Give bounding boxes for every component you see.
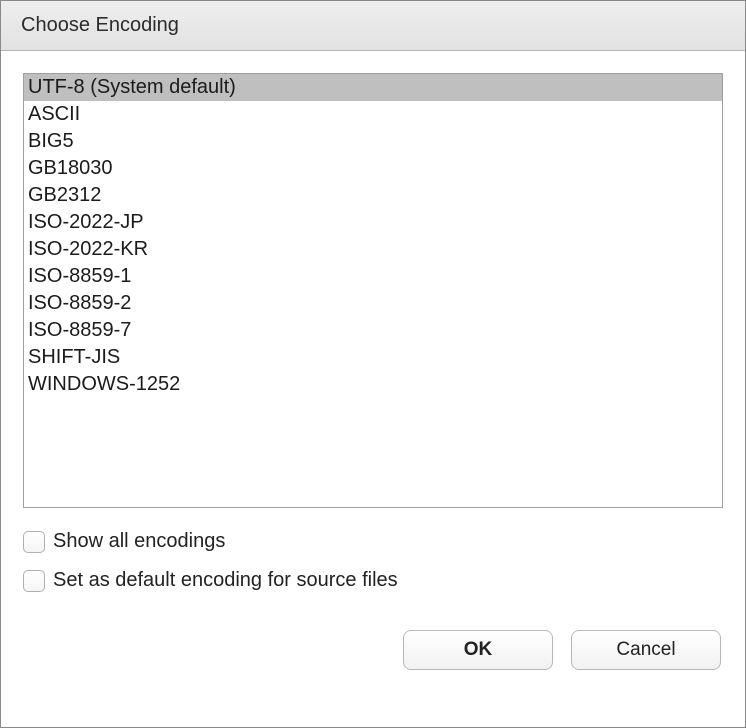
choose-encoding-dialog: Choose Encoding UTF-8 (System default)AS… bbox=[0, 0, 746, 728]
list-item[interactable]: GB18030 bbox=[24, 155, 722, 182]
list-item[interactable]: ISO-8859-1 bbox=[24, 263, 722, 290]
dialog-title: Choose Encoding bbox=[21, 14, 179, 37]
list-item[interactable]: UTF-8 (System default) bbox=[24, 74, 722, 101]
cancel-button-label: Cancel bbox=[616, 639, 675, 661]
cancel-button[interactable]: Cancel bbox=[571, 630, 721, 670]
list-item[interactable]: SHIFT-JIS bbox=[24, 344, 722, 371]
show-all-encodings-checkbox[interactable] bbox=[23, 531, 45, 553]
dialog-content: UTF-8 (System default)ASCIIBIG5GB18030GB… bbox=[1, 51, 745, 727]
list-item[interactable]: GB2312 bbox=[24, 182, 722, 209]
dialog-titlebar: Choose Encoding bbox=[1, 1, 745, 51]
dialog-button-row: OK Cancel bbox=[23, 630, 723, 670]
set-default-encoding-row[interactable]: Set as default encoding for source files bbox=[23, 569, 723, 592]
show-all-encodings-row[interactable]: Show all encodings bbox=[23, 530, 723, 553]
list-item[interactable]: WINDOWS-1252 bbox=[24, 371, 722, 398]
list-item[interactable]: ASCII bbox=[24, 101, 722, 128]
ok-button[interactable]: OK bbox=[403, 630, 553, 670]
ok-button-label: OK bbox=[464, 639, 493, 661]
list-item[interactable]: ISO-2022-JP bbox=[24, 209, 722, 236]
list-item[interactable]: BIG5 bbox=[24, 128, 722, 155]
list-item[interactable]: ISO-8859-7 bbox=[24, 317, 722, 344]
show-all-encodings-label: Show all encodings bbox=[53, 530, 225, 553]
set-default-encoding-checkbox[interactable] bbox=[23, 570, 45, 592]
set-default-encoding-label: Set as default encoding for source files bbox=[53, 569, 398, 592]
list-item[interactable]: ISO-8859-2 bbox=[24, 290, 722, 317]
encoding-listbox[interactable]: UTF-8 (System default)ASCIIBIG5GB18030GB… bbox=[23, 73, 723, 508]
list-item[interactable]: ISO-2022-KR bbox=[24, 236, 722, 263]
